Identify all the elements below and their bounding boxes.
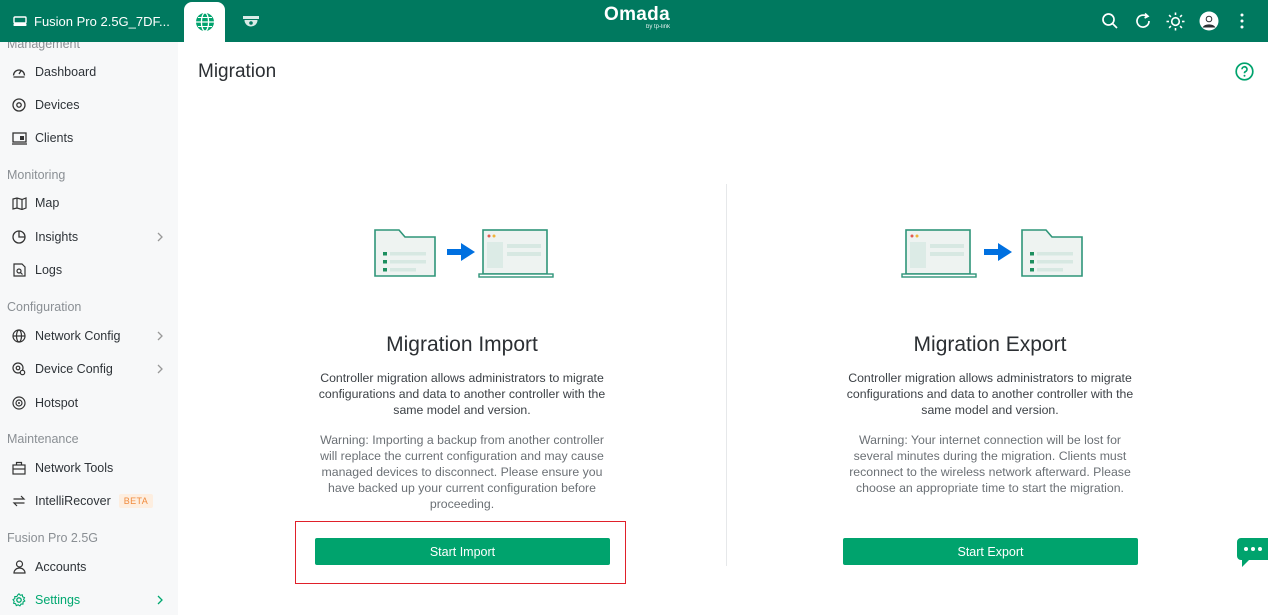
export-illustration: [901, 229, 1083, 278]
device-config-icon: [12, 362, 26, 376]
sidebar-item-accounts[interactable]: Accounts: [0, 552, 178, 582]
sidebar-item-label: Clients: [35, 131, 74, 145]
brand-sub: by tp-link: [645, 24, 670, 30]
import-description: Controller migration allows administrato…: [318, 371, 606, 417]
more-menu-button[interactable]: [1225, 0, 1258, 42]
sidebar-item-label: IntelliRecover: [35, 494, 111, 508]
clients-icon: [11, 131, 27, 145]
sidebar-item-label: Device Config: [35, 362, 113, 376]
omada-logo: Omada by tp-link: [604, 5, 670, 35]
refresh-icon: [1135, 12, 1150, 28]
sun-icon: [1166, 12, 1185, 30]
avatar-icon: [1199, 11, 1218, 31]
sidebar-item-dashboard[interactable]: Dashboard: [0, 57, 178, 87]
sync-icon: [12, 495, 26, 507]
sidebar: Management Dashboard Devices Clients Mon…: [0, 42, 178, 615]
panel-divider: [726, 184, 727, 566]
globe-icon: [195, 12, 214, 32]
chevron-right-icon: [157, 331, 163, 341]
page-title: Migration: [198, 61, 277, 82]
sidebar-item-logs[interactable]: Logs: [0, 255, 178, 285]
sidebar-item-clients[interactable]: Clients: [0, 123, 178, 153]
site-name: Fusion Pro 2.5G_7DF...: [34, 13, 170, 29]
user-avatar-button[interactable]: [1192, 0, 1225, 42]
camera-dome-icon: [243, 16, 259, 27]
export-description: Controller migration allows administrato…: [846, 371, 1134, 417]
sidebar-item-label: Accounts: [35, 560, 87, 574]
sidebar-item-label: Network Config: [35, 329, 121, 343]
sidebar-item-hotspot[interactable]: Hotspot: [0, 388, 178, 418]
sidebar-item-map[interactable]: Map: [0, 188, 178, 218]
sidebar-item-insights[interactable]: Insights: [0, 222, 178, 252]
hotspot-icon: [12, 396, 26, 410]
theme-toggle[interactable]: [1159, 0, 1192, 42]
export-warning: Warning: Your internet connection will b…: [849, 433, 1131, 495]
top-actions: [1093, 0, 1258, 42]
sidebar-item-label: Settings: [35, 593, 81, 607]
brand-name: Omada: [604, 4, 670, 25]
gear-icon: [12, 593, 26, 607]
section-maintenance: Maintenance: [7, 432, 79, 446]
logs-icon: [12, 263, 26, 277]
sidebar-item-label: Hotspot: [35, 396, 79, 410]
section-management: Management: [7, 42, 80, 51]
sidebar-item-label: Devices: [35, 98, 80, 112]
section-configuration: Configuration: [7, 300, 82, 314]
user-icon: [12, 560, 26, 574]
sidebar-item-intellirecover[interactable]: IntelliRecover BETA: [0, 486, 178, 516]
start-export-button[interactable]: Start Export: [843, 538, 1138, 565]
sidebar-item-network-tools[interactable]: Network Tools: [0, 453, 178, 483]
chat-widget-button[interactable]: [1237, 538, 1268, 568]
sidebar-item-label: Network Tools: [35, 461, 114, 475]
sidebar-item-devices[interactable]: Devices: [0, 90, 178, 120]
dashboard-icon: [12, 69, 26, 78]
sidebar-item-device-config[interactable]: Device Config: [0, 354, 178, 384]
chevron-right-icon: [157, 232, 163, 242]
search-icon: [1101, 13, 1118, 29]
import-title: Migration Import: [386, 333, 538, 356]
import-illustration: [374, 229, 554, 278]
sidebar-item-label: Insights: [35, 230, 79, 244]
chevron-right-icon: [157, 595, 163, 605]
map-icon: [11, 196, 27, 210]
devices-icon: [12, 98, 26, 112]
sidebar-item-label: Dashboard: [35, 65, 97, 79]
sidebar-item-label: Map: [35, 196, 60, 210]
highlight-box: [295, 521, 626, 584]
sidebar-item-network-config[interactable]: Network Config: [0, 321, 178, 351]
toolbox-icon: [12, 461, 26, 475]
import-warning: Warning: Importing a backup from another…: [320, 433, 604, 511]
sidebar-item-settings[interactable]: Settings: [0, 585, 178, 615]
chevron-right-icon: [157, 364, 163, 374]
export-title: Migration Export: [913, 333, 1067, 356]
site-selector[interactable]: Fusion Pro 2.5G_7DF...: [0, 0, 184, 42]
insights-icon: [12, 230, 26, 244]
more-vertical-icon: [1240, 13, 1243, 29]
section-fusion-pro: Fusion Pro 2.5G: [7, 531, 99, 545]
help-icon[interactable]: [1235, 62, 1254, 81]
tab-surveillance[interactable]: [234, 2, 268, 42]
refresh-button[interactable]: [1126, 0, 1159, 42]
section-monitoring: Monitoring: [7, 168, 66, 182]
gateway-icon: [13, 16, 27, 26]
top-bar: Fusion Pro 2.5G_7DF... Omada by tp-link: [0, 0, 1268, 42]
search-button[interactable]: [1093, 0, 1126, 42]
sidebar-item-label: Logs: [35, 263, 63, 277]
globe-icon: [12, 329, 26, 343]
beta-badge: BETA: [118, 494, 154, 508]
tab-network[interactable]: [184, 2, 225, 42]
